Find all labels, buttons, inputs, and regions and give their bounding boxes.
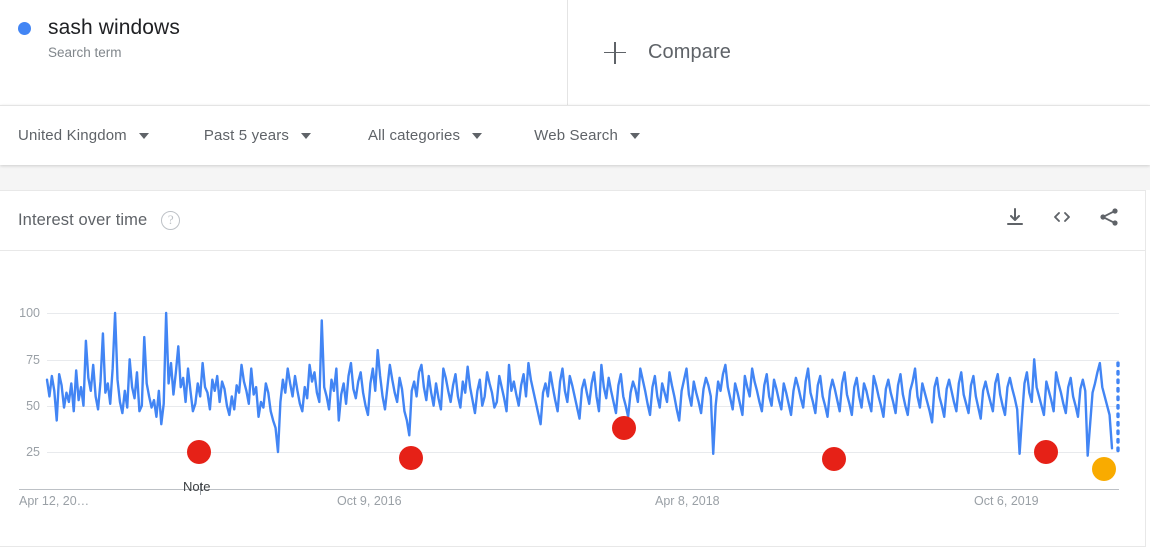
x-axis-tick: Oct 9, 2016 (337, 494, 402, 508)
share-icon[interactable] (1097, 205, 1121, 229)
help-icon[interactable]: ? (161, 211, 181, 230)
chart-annotation-marker[interactable] (399, 445, 423, 470)
add-comparison-button[interactable]: Compare (604, 41, 731, 64)
chevron-down-icon (472, 132, 483, 139)
search-term-subtitle: Search term (48, 45, 122, 60)
chevron-down-icon (138, 132, 149, 139)
page-gutter (0, 165, 1150, 190)
series-color-dot (18, 22, 31, 35)
download-icon[interactable] (1003, 205, 1027, 229)
filter-time-range-label: Past 5 years (203, 127, 290, 144)
search-term-title: sash windows (48, 16, 180, 39)
filter-search-type[interactable]: Web Search (534, 127, 640, 144)
google-trends-page: sash windows Search term Compare United … (0, 0, 1150, 547)
page-title: Interest over time (18, 211, 148, 229)
filter-category[interactable]: All categories (368, 127, 483, 144)
chart-annotation-marker[interactable] (187, 440, 211, 464)
search-term-bar: sash windows Search term Compare (0, 0, 1150, 105)
card-actions (1003, 205, 1121, 229)
card-header: Interest over time ? (0, 191, 1145, 251)
x-axis-tick: Oct 6, 2019 (974, 494, 1039, 508)
plus-icon (604, 41, 626, 64)
x-axis-tick: Apr 12, 20… (19, 494, 90, 508)
filter-category-label: All categories (368, 127, 461, 144)
compare-cell: Compare (568, 0, 1150, 105)
chart-annotation-marker[interactable] (612, 415, 636, 440)
compare-label: Compare (648, 41, 731, 63)
search-term-card[interactable]: sash windows Search term (0, 0, 568, 105)
chevron-down-icon (629, 132, 640, 139)
filter-bar: United Kingdom Past 5 years All categori… (0, 105, 1150, 165)
chart-annotation-marker[interactable] (1034, 440, 1058, 464)
filter-location-label: United Kingdom (18, 127, 127, 144)
filter-location[interactable]: United Kingdom (18, 127, 149, 144)
chart-annotation-marker[interactable] (1092, 456, 1116, 481)
x-axis-tick: Apr 8, 2018 (655, 494, 720, 508)
note-annotation-label: Note (183, 479, 211, 494)
chevron-down-icon (301, 132, 312, 139)
filter-time-range[interactable]: Past 5 years (203, 127, 312, 144)
embed-icon[interactable] (1050, 205, 1074, 229)
interest-over-time-chart: 100 75 50 25 Note Apr 12, 20… Oct 9, 201… (0, 251, 1146, 547)
filter-search-type-label: Web Search (534, 127, 618, 144)
